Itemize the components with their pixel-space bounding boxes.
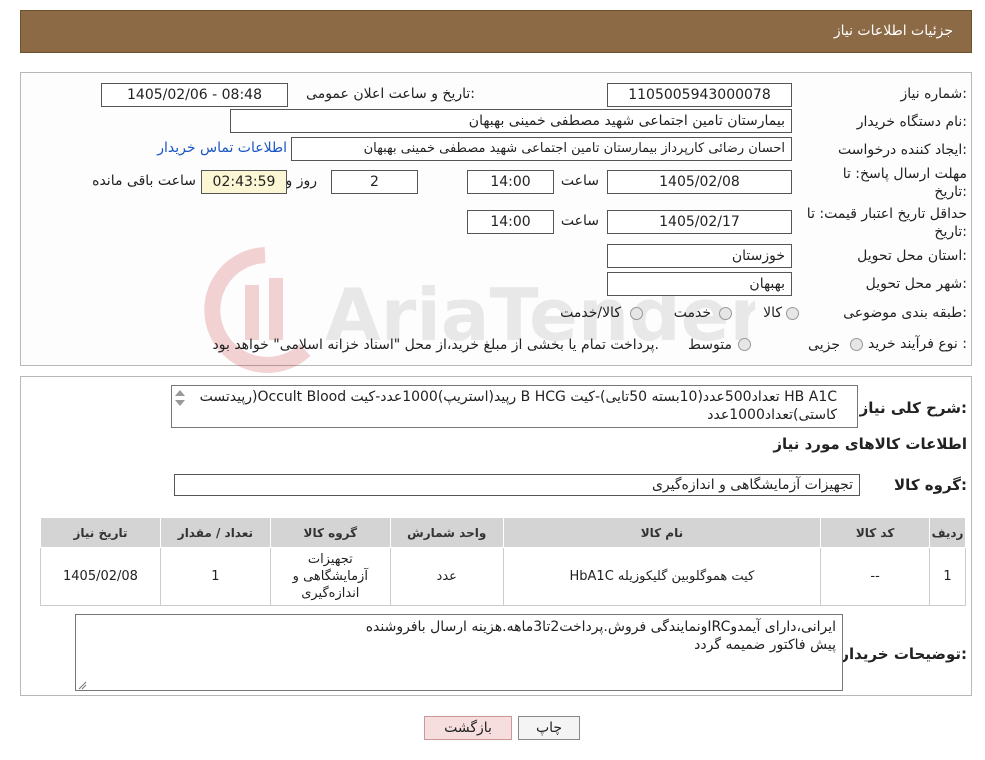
category-option-goods: کالا (763, 305, 782, 321)
buyer-org-field: بیمارستان تامین اجتماعی شهید مصطفی خمینی… (230, 109, 792, 133)
announce-label: تاریخ و ساعت اعلان عمومی: (306, 86, 475, 102)
price-time-label: ساعت (560, 213, 599, 229)
goods-group-label: گروه کالا: (894, 476, 967, 494)
process-option-medium: متوسط (688, 337, 732, 353)
items-table: ردیف کد کالا نام کالا واحد شمارش گروه کا… (40, 517, 966, 606)
need-number-field: 1105005943000078 (607, 83, 792, 107)
buyer-org-label: نام دستگاه خریدار: (856, 114, 967, 130)
buyer-notes-line-1: ایرانی،دارای آیمدوIRCونمایندگی فروش.پردا… (365, 619, 836, 635)
price-date-field: 1405/02/17 (607, 210, 792, 234)
col-unit: واحد شمارش (389, 517, 504, 548)
province-field: خوزستان (607, 244, 792, 268)
process-option-minor: جزیی (808, 337, 840, 353)
price-validity-label: حداقل تاریخ اعتبار قیمت: تا (806, 206, 967, 222)
cell-group: تجهیزات آزمایشگاهی و اندازه‌گیری (269, 547, 391, 606)
cell-code: -- (820, 547, 931, 606)
city-field: بهبهان (607, 272, 792, 296)
requester-label: ایجاد کننده درخواست: (838, 142, 967, 158)
col-row: ردیف (929, 517, 966, 548)
days-field: 2 (331, 170, 418, 194)
page-header: جزئیات اطلاعات نیاز (20, 10, 972, 53)
buyer-contact-link[interactable]: اطلاعات تماس خریدار (157, 140, 287, 156)
days-label: روز و (285, 173, 318, 189)
page-title: جزئیات اطلاعات نیاز (833, 23, 953, 39)
col-group: گروه کالا (269, 517, 391, 548)
scroll-arrows-icon[interactable] (173, 387, 187, 409)
process-note: پرداخت تمام یا بخشی از مبلغ خرید،از محل … (212, 337, 659, 353)
buyer-notes-line-2: پیش فاکتور ضمیمه گردد (694, 637, 836, 653)
cell-row: 1 (929, 547, 966, 606)
need-number-label: شماره نیاز: (900, 86, 967, 102)
reply-deadline-label: مهلت ارسال پاسخ: تا (842, 166, 967, 182)
description-textarea[interactable]: HB A1C تعداد500عدد(10بسته 50تایی)-کیت B … (171, 385, 858, 428)
col-code: کد کالا (820, 517, 931, 548)
remaining-time-label: ساعت باقی مانده (92, 173, 196, 189)
process-label: نوع فرآیند خرید : (868, 336, 967, 352)
cell-name: کیت هموگلوبین گلیکوزیله HbA1C (502, 547, 822, 606)
category-radio-goods-service[interactable] (630, 307, 643, 320)
description-text: HB A1C تعداد500عدد(10بسته 50تایی)-کیت B … (199, 389, 837, 423)
col-date: تاریخ نیاز (40, 517, 161, 548)
buyer-notes-label: توضیحات خریدار: (840, 645, 967, 663)
table-header-row: ردیف کد کالا نام کالا واحد شمارش گروه کا… (40, 517, 966, 548)
print-button[interactable]: چاپ (518, 716, 580, 740)
requester-field: احسان رضائی کارپرداز بیمارستان تامین اجت… (291, 137, 792, 161)
col-quantity: تعداد / مقدار (159, 517, 271, 548)
process-radio-medium[interactable] (738, 338, 751, 351)
city-label: شهر محل تحویل: (865, 276, 967, 292)
reply-time-field: 14:00 (467, 170, 554, 194)
announce-field: 1405/02/06 - 08:48 (101, 83, 288, 107)
category-option-service: خدمت (673, 305, 711, 321)
cell-date: 1405/02/08 (40, 547, 161, 606)
back-button[interactable]: بازگشت (424, 716, 512, 740)
category-radio-goods[interactable] (786, 307, 799, 320)
cell-unit: عدد (389, 547, 504, 606)
price-time-field: 14:00 (467, 210, 554, 234)
resize-handle-icon[interactable] (77, 679, 87, 690)
category-radio-service[interactable] (719, 307, 732, 320)
goods-group-field: تجهیزات آزمایشگاهی و اندازه‌گیری (174, 474, 860, 496)
category-option-goods-service: کالا/خدمت (560, 305, 621, 321)
col-name: نام کالا (502, 517, 822, 548)
reply-time-label: ساعت (560, 173, 599, 189)
remaining-time-field: 02:43:59 (201, 170, 287, 194)
goods-section-title: اطلاعات کالاهای مورد نیاز (773, 435, 967, 453)
reply-date-field: 1405/02/08 (607, 170, 792, 194)
table-row: 1 -- کیت هموگلوبین گلیکوزیله HbA1C عدد ت… (40, 547, 966, 606)
price-validity-label-2: تاریخ: (934, 224, 967, 240)
province-label: استان محل تحویل: (857, 248, 967, 264)
buyer-notes-textarea[interactable]: ایرانی،دارای آیمدوIRCونمایندگی فروش.پردا… (75, 614, 843, 691)
cell-quantity: 1 (159, 547, 271, 606)
description-label: شرح کلی نیاز: (859, 399, 967, 417)
process-radio-minor[interactable] (850, 338, 863, 351)
category-label: طبقه بندی موضوعی: (843, 305, 967, 321)
reply-deadline-label-2: تاریخ: (934, 184, 967, 200)
